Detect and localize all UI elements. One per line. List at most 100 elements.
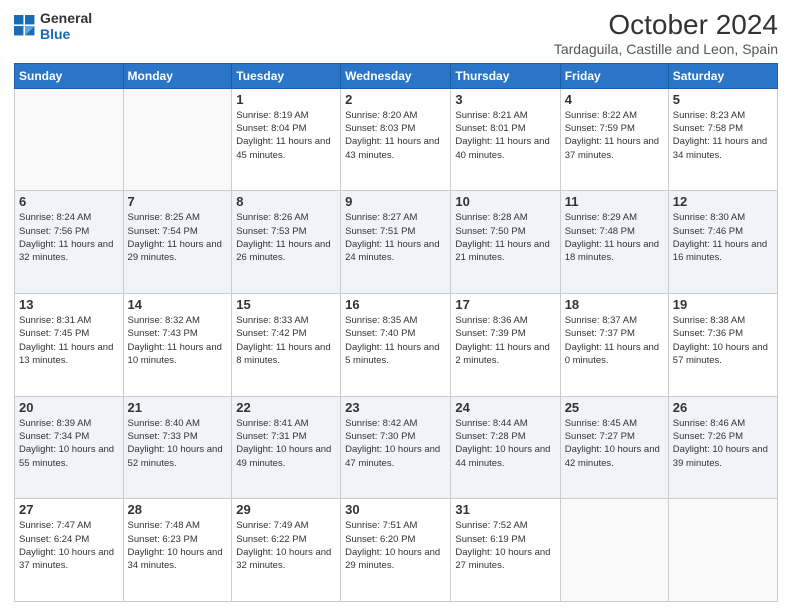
calendar-cell: 8Sunrise: 8:26 AM Sunset: 7:53 PM Daylig… — [232, 191, 341, 294]
day-number: 13 — [19, 297, 119, 312]
day-number: 29 — [236, 502, 336, 517]
calendar-cell — [15, 88, 124, 191]
day-detail: Sunrise: 8:45 AM Sunset: 7:27 PM Dayligh… — [565, 417, 664, 470]
day-detail: Sunrise: 8:37 AM Sunset: 7:37 PM Dayligh… — [565, 314, 664, 367]
day-number: 17 — [455, 297, 555, 312]
day-number: 11 — [565, 194, 664, 209]
day-detail: Sunrise: 8:40 AM Sunset: 7:33 PM Dayligh… — [128, 417, 228, 470]
location-subtitle: Tardaguila, Castille and Leon, Spain — [554, 41, 778, 57]
calendar-cell: 13 Sunrise: 8:31 AM Sunset: 7:45 PM Dayli… — [15, 294, 124, 397]
page: General Blue October 2024 Tardaguila, Ca… — [0, 0, 792, 612]
weekday-header-saturday: Saturday — [668, 63, 777, 88]
day-detail: Sunrise: 8:23 AM Sunset: 7:58 PM Dayligh… — [673, 109, 773, 162]
calendar-cell: 9Sunrise: 8:27 AM Sunset: 7:51 PM Daylig… — [341, 191, 451, 294]
day-number: 30 — [345, 502, 446, 517]
day-detail: Sunrise: 8:21 AM Sunset: 8:01 PM Dayligh… — [455, 109, 555, 162]
day-detail: Sunrise: 8:46 AM Sunset: 7:26 PM Dayligh… — [673, 417, 773, 470]
calendar-header: SundayMondayTuesdayWednesdayThursdayFrid… — [15, 63, 778, 88]
calendar-week-row: 27 Sunrise: 7:47 AM Sunset: 6:24 PM Dayli… — [15, 499, 778, 602]
day-number: 26 — [673, 400, 773, 415]
calendar-week-row: 1 Sunrise: 8:19 AM Sunset: 8:04 PM Daylig… — [15, 88, 778, 191]
calendar-cell: 20 Sunrise: 8:39 AM Sunset: 7:34 PM Dayli… — [15, 396, 124, 499]
day-detail: Sunrise: 8:44 AM Sunset: 7:28 PM Dayligh… — [455, 417, 555, 470]
calendar-cell: 25 Sunrise: 8:45 AM Sunset: 7:27 PM Dayli… — [560, 396, 668, 499]
day-detail: Sunrise: 8:42 AM Sunset: 7:30 PM Dayligh… — [345, 417, 446, 470]
day-detail: Sunrise: 8:28 AM Sunset: 7:50 PM Dayligh… — [455, 211, 555, 264]
calendar-cell: 26 Sunrise: 8:46 AM Sunset: 7:26 PM Dayli… — [668, 396, 777, 499]
weekday-header-friday: Friday — [560, 63, 668, 88]
day-detail: Sunrise: 8:19 AM Sunset: 8:04 PM Dayligh… — [236, 109, 336, 162]
calendar-cell: 17 Sunrise: 8:36 AM Sunset: 7:39 PM Dayli… — [451, 294, 560, 397]
title-block: October 2024 Tardaguila, Castille and Le… — [554, 10, 778, 57]
day-number: 9 — [345, 194, 446, 209]
day-detail: Sunrise: 8:32 AM Sunset: 7:43 PM Dayligh… — [128, 314, 228, 367]
calendar-cell — [668, 499, 777, 602]
day-number: 25 — [565, 400, 664, 415]
weekday-header-wednesday: Wednesday — [341, 63, 451, 88]
calendar-cell: 31Sunrise: 7:52 AM Sunset: 6:19 PM Dayli… — [451, 499, 560, 602]
day-detail: Sunrise: 8:30 AM Sunset: 7:46 PM Dayligh… — [673, 211, 773, 264]
weekday-header-thursday: Thursday — [451, 63, 560, 88]
calendar-cell: 22 Sunrise: 8:41 AM Sunset: 7:31 PM Dayli… — [232, 396, 341, 499]
day-number: 23 — [345, 400, 446, 415]
day-detail: Sunrise: 7:51 AM Sunset: 6:20 PM Dayligh… — [345, 519, 446, 572]
calendar-week-row: 20 Sunrise: 8:39 AM Sunset: 7:34 PM Dayli… — [15, 396, 778, 499]
weekday-header-tuesday: Tuesday — [232, 63, 341, 88]
day-number: 16 — [345, 297, 446, 312]
calendar-cell: 15 Sunrise: 8:33 AM Sunset: 7:42 PM Dayli… — [232, 294, 341, 397]
calendar-cell: 6Sunrise: 8:24 AM Sunset: 7:56 PM Daylig… — [15, 191, 124, 294]
day-detail: Sunrise: 8:41 AM Sunset: 7:31 PM Dayligh… — [236, 417, 336, 470]
day-number: 7 — [128, 194, 228, 209]
day-number: 6 — [19, 194, 119, 209]
day-number: 1 — [236, 92, 336, 107]
calendar-cell: 27 Sunrise: 7:47 AM Sunset: 6:24 PM Dayli… — [15, 499, 124, 602]
calendar-week-row: 6Sunrise: 8:24 AM Sunset: 7:56 PM Daylig… — [15, 191, 778, 294]
day-number: 22 — [236, 400, 336, 415]
calendar-body: 1 Sunrise: 8:19 AM Sunset: 8:04 PM Daylig… — [15, 88, 778, 601]
weekday-header-monday: Monday — [123, 63, 232, 88]
day-number: 3 — [455, 92, 555, 107]
day-number: 19 — [673, 297, 773, 312]
day-detail: Sunrise: 8:36 AM Sunset: 7:39 PM Dayligh… — [455, 314, 555, 367]
calendar-cell: 12Sunrise: 8:30 AM Sunset: 7:46 PM Dayli… — [668, 191, 777, 294]
day-number: 18 — [565, 297, 664, 312]
calendar-cell: 3 Sunrise: 8:21 AM Sunset: 8:01 PM Daylig… — [451, 88, 560, 191]
day-detail: Sunrise: 8:39 AM Sunset: 7:34 PM Dayligh… — [19, 417, 119, 470]
day-number: 20 — [19, 400, 119, 415]
day-detail: Sunrise: 8:25 AM Sunset: 7:54 PM Dayligh… — [128, 211, 228, 264]
day-number: 27 — [19, 502, 119, 517]
day-detail: Sunrise: 8:22 AM Sunset: 7:59 PM Dayligh… — [565, 109, 664, 162]
calendar-cell: 10Sunrise: 8:28 AM Sunset: 7:50 PM Dayli… — [451, 191, 560, 294]
calendar-cell: 24 Sunrise: 8:44 AM Sunset: 7:28 PM Dayli… — [451, 396, 560, 499]
weekday-header-row: SundayMondayTuesdayWednesdayThursdayFrid… — [15, 63, 778, 88]
logo-icon — [14, 15, 36, 37]
calendar-week-row: 13 Sunrise: 8:31 AM Sunset: 7:45 PM Dayli… — [15, 294, 778, 397]
calendar-cell: 30 Sunrise: 7:51 AM Sunset: 6:20 PM Dayli… — [341, 499, 451, 602]
logo: General Blue — [14, 10, 92, 42]
day-detail: Sunrise: 7:47 AM Sunset: 6:24 PM Dayligh… — [19, 519, 119, 572]
calendar-cell: 7 Sunrise: 8:25 AM Sunset: 7:54 PM Daylig… — [123, 191, 232, 294]
day-detail: Sunrise: 7:49 AM Sunset: 6:22 PM Dayligh… — [236, 519, 336, 572]
day-detail: Sunrise: 8:35 AM Sunset: 7:40 PM Dayligh… — [345, 314, 446, 367]
day-number: 4 — [565, 92, 664, 107]
logo-text: General Blue — [40, 10, 92, 42]
calendar-cell: 23 Sunrise: 8:42 AM Sunset: 7:30 PM Dayli… — [341, 396, 451, 499]
calendar-cell: 19 Sunrise: 8:38 AM Sunset: 7:36 PM Dayli… — [668, 294, 777, 397]
calendar-cell: 4 Sunrise: 8:22 AM Sunset: 7:59 PM Daylig… — [560, 88, 668, 191]
day-detail: Sunrise: 8:38 AM Sunset: 7:36 PM Dayligh… — [673, 314, 773, 367]
day-number: 15 — [236, 297, 336, 312]
calendar-cell — [123, 88, 232, 191]
day-detail: Sunrise: 8:31 AM Sunset: 7:45 PM Dayligh… — [19, 314, 119, 367]
calendar-cell: 16 Sunrise: 8:35 AM Sunset: 7:40 PM Dayli… — [341, 294, 451, 397]
day-number: 2 — [345, 92, 446, 107]
day-detail: Sunrise: 8:33 AM Sunset: 7:42 PM Dayligh… — [236, 314, 336, 367]
day-number: 24 — [455, 400, 555, 415]
day-number: 21 — [128, 400, 228, 415]
day-detail: Sunrise: 7:48 AM Sunset: 6:23 PM Dayligh… — [128, 519, 228, 572]
calendar-cell: 5Sunrise: 8:23 AM Sunset: 7:58 PM Daylig… — [668, 88, 777, 191]
calendar-cell: 2 Sunrise: 8:20 AM Sunset: 8:03 PM Daylig… — [341, 88, 451, 191]
calendar-cell: 28Sunrise: 7:48 AM Sunset: 6:23 PM Dayli… — [123, 499, 232, 602]
calendar-cell: 11Sunrise: 8:29 AM Sunset: 7:48 PM Dayli… — [560, 191, 668, 294]
day-number: 14 — [128, 297, 228, 312]
day-detail: Sunrise: 8:20 AM Sunset: 8:03 PM Dayligh… — [345, 109, 446, 162]
